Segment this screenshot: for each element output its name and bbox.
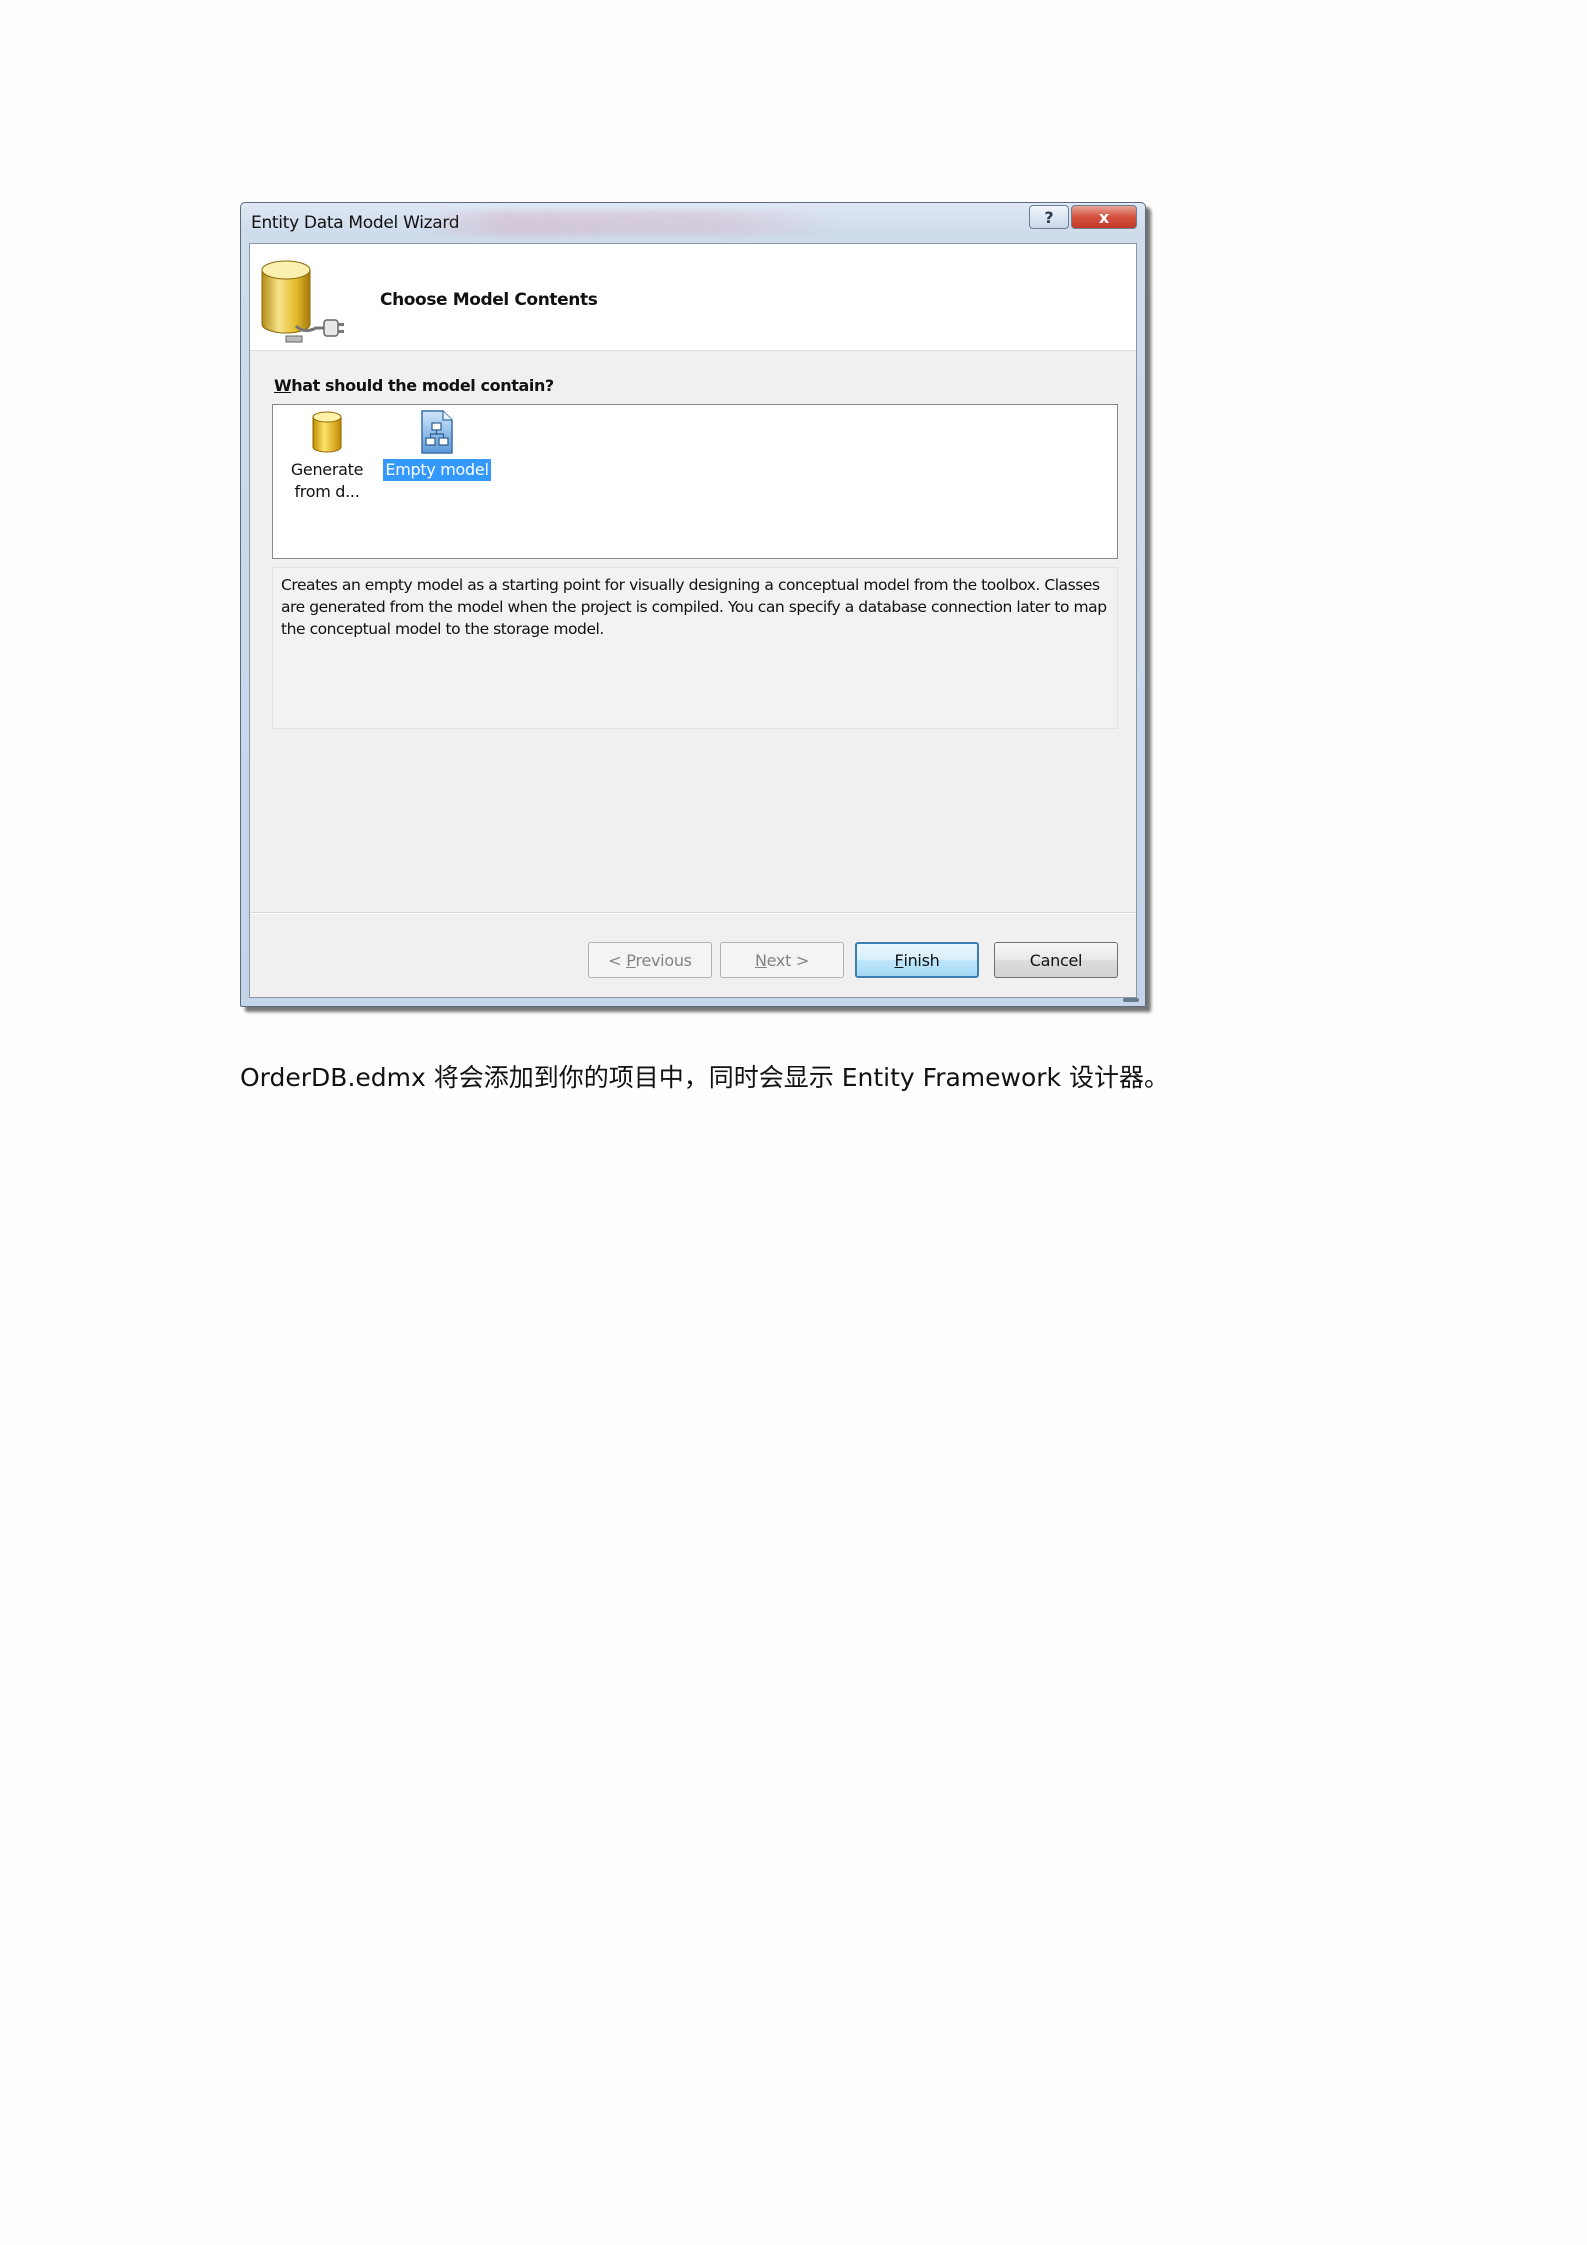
next-mnemonic: N (755, 950, 767, 970)
previous-button[interactable]: < Previous (588, 942, 712, 978)
list-item-empty-model[interactable]: Empty model (377, 409, 497, 481)
caption-text-1: 将会添加到你的项目中，同时会显示 (433, 1063, 834, 1092)
model-contents-label: What should the model contain? (274, 376, 554, 395)
previous-prefix: < (608, 950, 627, 970)
finish-mnemonic: F (894, 950, 904, 970)
caption-filename: OrderDB.edmx (240, 1063, 426, 1092)
list-item-generate-from-database[interactable]: Generate from d... (287, 409, 367, 503)
caption-framework: Entity Framework (833, 1063, 1069, 1092)
footer-divider (250, 912, 1136, 914)
model-contents-list[interactable]: Generate from d... Empty model (272, 404, 1118, 559)
previous-mnemonic: P (626, 950, 636, 970)
help-button[interactable]: ? (1029, 205, 1069, 229)
label-mnemonic: W (274, 376, 292, 395)
entity-data-model-wizard-dialog: Entity Data Model Wizard ? x Choose Mode… (240, 202, 1146, 1007)
empty-model-icon (421, 410, 453, 454)
next-text: ext > (766, 950, 810, 970)
database-icon (312, 411, 342, 453)
resize-grip[interactable] (1123, 998, 1139, 1002)
finish-button[interactable]: Finish (855, 942, 979, 978)
empty-model-label: Empty model (383, 459, 491, 481)
label-text: hat should the model contain? (291, 376, 554, 395)
caption-text-2: 设计器。 (1068, 1063, 1169, 1092)
next-button[interactable]: Next > (720, 942, 844, 978)
dialog-client-area: Choose Model Contents What should the mo… (249, 243, 1137, 998)
close-icon: x (1098, 207, 1110, 227)
wizard-header: Choose Model Contents (250, 244, 1136, 351)
title-smudge (421, 211, 841, 235)
option-description: Creates an empty model as a starting poi… (272, 567, 1118, 729)
previous-text: revious (635, 950, 692, 970)
help-icon: ? (1044, 207, 1054, 227)
close-button[interactable]: x (1071, 205, 1137, 229)
database-plug-icon (261, 260, 344, 343)
finish-text: inish (903, 950, 940, 970)
cancel-button[interactable]: Cancel (994, 942, 1118, 978)
title-bar: Entity Data Model Wizard ? x (241, 203, 1145, 243)
page-title: Choose Model Contents (380, 290, 598, 310)
generate-from-database-label: Generate from d... (290, 460, 364, 501)
cancel-text: Cancel (1029, 950, 1083, 970)
document-caption: OrderDB.edmx 将会添加到你的项目中，同时会显示 Entity Fra… (240, 1058, 1169, 1094)
